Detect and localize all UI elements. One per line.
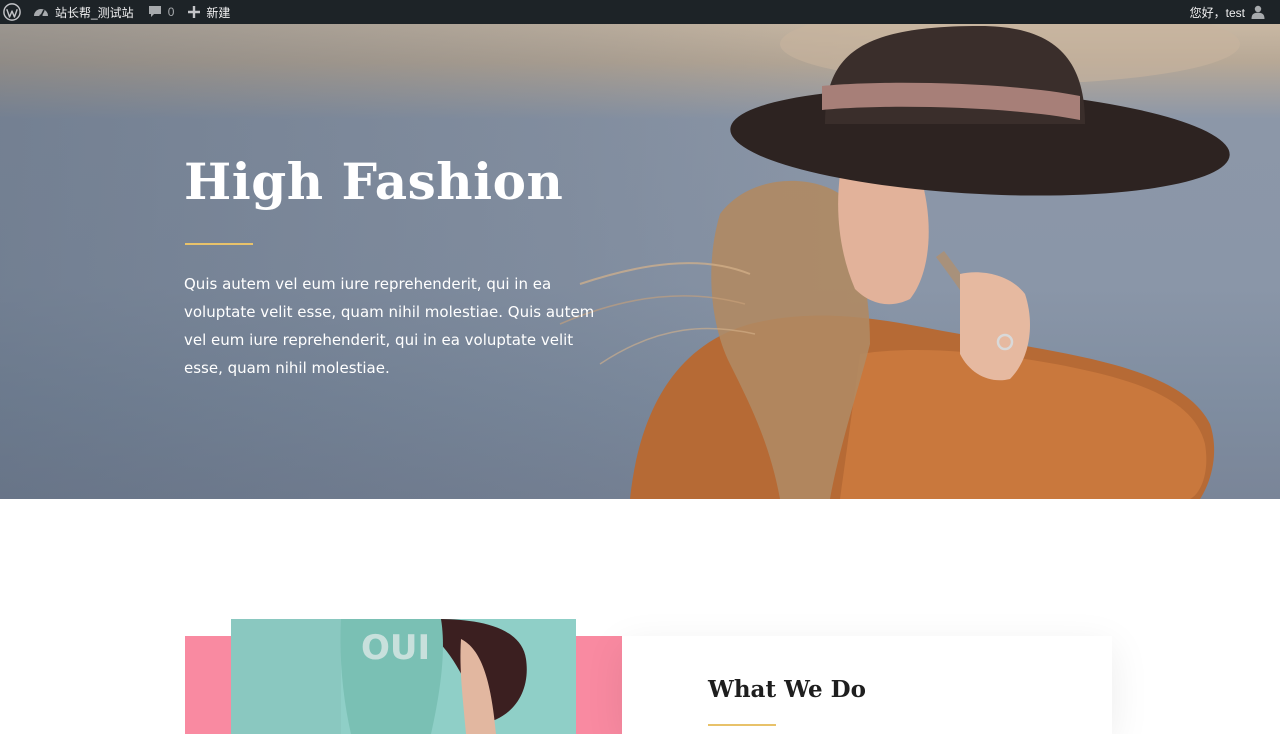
model-photo-teal: OUI	[231, 619, 576, 734]
admin-bar: 站长帮_测试站 0 新建 您好，test	[0, 0, 1280, 24]
hero-model-photo	[559, 24, 1240, 499]
my-account-link[interactable]: 您好，test	[1183, 0, 1272, 24]
hero-divider	[185, 243, 253, 245]
svg-text:OUI: OUI	[361, 628, 430, 668]
site-name-link[interactable]: 站长帮_测试站	[26, 0, 141, 24]
comments-link[interactable]: 0	[141, 0, 182, 24]
section-divider	[708, 724, 776, 726]
what-we-do-card: What We Do	[622, 636, 1112, 734]
greeting-label: 您好，test	[1189, 5, 1245, 20]
hero-section: High Fashion Quis autem vel eum iure rep…	[0, 24, 1280, 499]
wordpress-icon	[3, 3, 21, 21]
section-photo: OUI	[231, 619, 576, 734]
hero-title: High Fashion	[184, 152, 564, 211]
new-content-label: 新建	[206, 5, 231, 20]
hero-description: Quis autem vel eum iure reprehenderit, q…	[184, 275, 595, 377]
comment-icon	[148, 6, 161, 17]
new-content-button[interactable]: 新建	[181, 0, 237, 24]
site-name-label: 站长帮_测试站	[55, 5, 134, 20]
wordpress-logo-button[interactable]	[0, 0, 26, 24]
plus-icon	[188, 6, 201, 18]
comments-count: 0	[167, 5, 175, 19]
user-avatar-icon	[1251, 5, 1265, 19]
dashboard-icon	[34, 9, 48, 18]
section-heading: What We Do	[708, 676, 866, 703]
